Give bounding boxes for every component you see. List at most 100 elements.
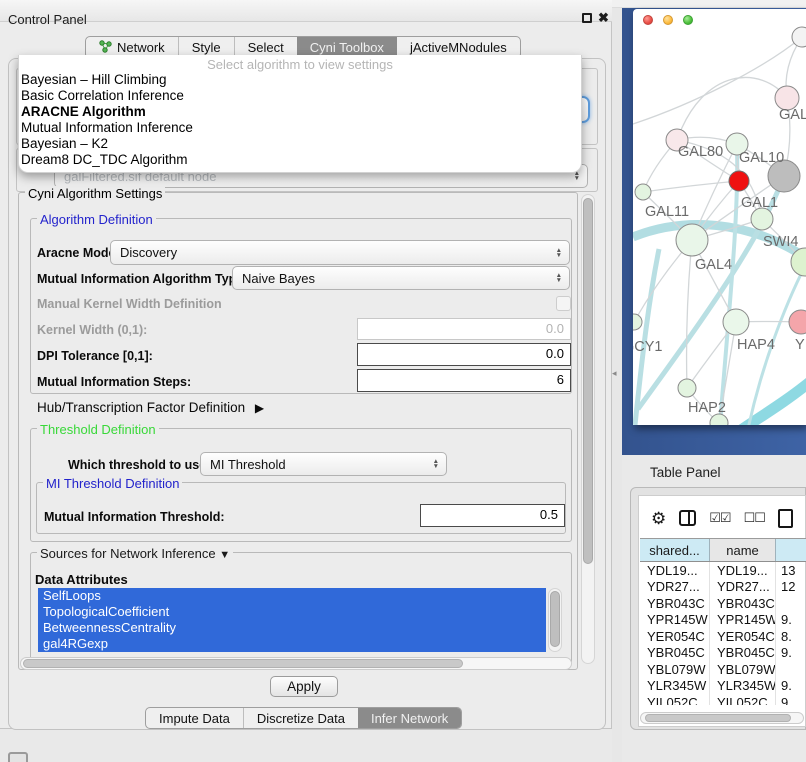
dock-panel-icon[interactable] — [8, 752, 28, 762]
algorithm-option[interactable]: Basic Correlation Inference — [19, 88, 581, 104]
threshold-definition-title: Threshold Definition — [37, 422, 159, 437]
tab-network-label: Network — [117, 40, 165, 55]
hub-definition-label: Hub/Transcription Factor Definition — [37, 400, 245, 415]
table-horizontal-scrollbar[interactable] — [640, 712, 804, 724]
table-cell: YER054C — [640, 628, 710, 645]
table-row[interactable]: YDL19...YDL19...13 — [640, 562, 806, 579]
deselect-all-icon[interactable]: ☐☐ — [744, 510, 765, 526]
table-row[interactable]: YBL079WYBL079W — [640, 661, 806, 678]
sources-title-label: Sources for Network Inference — [40, 546, 216, 561]
algorithm-definition-title: Algorithm Definition — [37, 212, 156, 227]
network-node[interactable] — [678, 379, 696, 397]
network-node[interactable] — [676, 224, 708, 256]
algorithm-option[interactable]: Mutual Information Inference — [19, 120, 581, 136]
table-cell: YIL052C — [640, 694, 710, 705]
network-node[interactable] — [633, 314, 642, 330]
data-attributes-label: Data Attributes — [35, 572, 128, 587]
network-node[interactable] — [751, 208, 773, 230]
network-node[interactable] — [729, 171, 749, 191]
table-row[interactable]: YPR145WYPR145W9. — [640, 612, 806, 629]
tab-impute-data-label: Impute Data — [159, 711, 230, 726]
new-table-icon[interactable] — [778, 509, 793, 528]
apply-button[interactable]: Apply — [270, 676, 338, 697]
columns-icon[interactable] — [679, 510, 696, 526]
network-node-label: GAL80 — [678, 144, 723, 160]
table-cell: YDL19... — [710, 562, 776, 579]
kernel-width-label: Kernel Width (0,1): — [37, 323, 147, 337]
panel-divider[interactable] — [612, 8, 622, 762]
table-header: shared...nameA — [640, 538, 806, 562]
tab-infer-network[interactable]: Infer Network — [358, 708, 461, 728]
manual-kernel-checkbox[interactable] — [556, 296, 571, 311]
network-edge[interactable] — [643, 181, 739, 192]
network-edge[interactable] — [687, 240, 692, 388]
network-node-label: GAL10 — [739, 150, 784, 166]
network-node-label: GCY1 — [633, 339, 663, 355]
network-edge[interactable] — [731, 381, 806, 425]
which-threshold-label: Which threshold to use: — [68, 458, 210, 472]
tab-cyni-toolbox-label: Cyni Toolbox — [310, 40, 384, 55]
kernel-width-field[interactable]: 0.0 — [357, 318, 571, 340]
algorithm-option[interactable]: Dream8 DC_TDC Algorithm — [19, 152, 581, 168]
aracne-mode-value: Discovery — [120, 245, 177, 260]
sources-group-title[interactable]: Sources for Network Inference ▼ — [37, 546, 233, 561]
hub-definition-toggle[interactable]: Hub/Transcription Factor Definition ▶ — [37, 400, 264, 415]
table-cell: YIL052C — [710, 694, 776, 705]
select-all-icon[interactable]: ☑☑ — [709, 510, 730, 526]
dpi-tolerance-field[interactable]: 0.0 — [357, 343, 571, 366]
network-node-label: GAL11 — [645, 204, 689, 220]
network-node[interactable] — [635, 184, 651, 200]
table-row[interactable]: YBR043CYBR043C — [640, 595, 806, 612]
mi-type-combobox[interactable]: Naive Bayes ▲▼ — [232, 266, 570, 290]
data-attribute-item[interactable]: TopologicalCoefficient — [38, 604, 546, 620]
table-cell: 9. — [776, 612, 806, 629]
network-edge[interactable] — [633, 37, 802, 124]
table-cell — [776, 661, 806, 678]
control-panel-titlebar — [0, 0, 612, 22]
table-row[interactable]: YBR045CYBR045C9. — [640, 645, 806, 662]
float-window-button[interactable] — [582, 13, 592, 23]
settings-vertical-scrollbar[interactable] — [581, 194, 595, 664]
table-column-header[interactable]: shared... — [640, 539, 710, 561]
splitter-arrow-icon[interactable]: ◂ — [612, 368, 617, 379]
tab-infer-network-label: Infer Network — [371, 711, 448, 726]
table-row[interactable]: YDR27...YDR27...12 — [640, 579, 806, 596]
network-node[interactable] — [789, 310, 806, 334]
algorithm-option[interactable]: Bayesian – K2 — [19, 136, 581, 152]
collapsed-arrow-icon: ▶ — [255, 401, 264, 415]
table-column-header[interactable]: A — [776, 539, 806, 561]
tab-select-label: Select — [248, 40, 284, 55]
table-row[interactable]: YIL052CYIL052C9 — [640, 694, 806, 705]
aracne-mode-combobox[interactable]: Discovery ▲▼ — [110, 240, 570, 265]
settings-horizontal-scrollbar[interactable] — [20, 657, 572, 670]
table-row[interactable]: YER054CYER054C8. — [640, 628, 806, 645]
data-attribute-item[interactable]: gal4RGexp — [38, 636, 546, 652]
dpi-tolerance-label: DPI Tolerance [0,1]: — [37, 349, 153, 363]
gear-icon[interactable]: ⚙ — [651, 510, 666, 527]
tab-discretize-data[interactable]: Discretize Data — [243, 708, 358, 728]
network-canvas[interactable]: GAL8GAL80GAL10GAL1GAL11GAL4SWI4GCY1HAP4Y… — [633, 9, 806, 425]
table-row[interactable]: YLR345WYLR345W9. — [640, 678, 806, 695]
network-node-label: HAP2 — [688, 400, 726, 416]
algorithm-option[interactable]: Bayesian – Hill Climbing — [19, 72, 581, 88]
close-panel-button[interactable]: ✖ — [598, 10, 609, 26]
data-attribute-item[interactable]: BetweennessCentrality — [38, 620, 546, 636]
table-cell: YBR043C — [640, 595, 710, 612]
data-attribute-item[interactable]: SelfLoops — [38, 588, 546, 604]
apply-button-label: Apply — [287, 679, 321, 694]
attributes-scrollbar[interactable] — [548, 588, 562, 652]
cyni-settings-group-title: Cyni Algorithm Settings — [25, 186, 165, 201]
network-node[interactable] — [723, 309, 749, 335]
mi-threshold-label: Mutual Information Threshold: — [44, 510, 225, 524]
which-threshold-value: MI Threshold — [210, 457, 286, 472]
algorithm-option[interactable]: ARACNE Algorithm — [19, 104, 581, 120]
table-column-header[interactable]: name — [710, 539, 776, 561]
mi-threshold-field[interactable]: 0.5 — [420, 504, 565, 527]
tab-impute-data[interactable]: Impute Data — [146, 708, 243, 728]
combo-arrows-icon: ▲▼ — [556, 248, 562, 258]
mi-steps-field[interactable]: 6 — [357, 369, 571, 392]
mi-type-label: Mutual Information Algorithm Type: — [37, 272, 247, 286]
combo-arrows-icon: ▲▼ — [433, 459, 439, 469]
network-edge[interactable] — [677, 77, 787, 140]
which-threshold-combobox[interactable]: MI Threshold ▲▼ — [200, 452, 447, 476]
